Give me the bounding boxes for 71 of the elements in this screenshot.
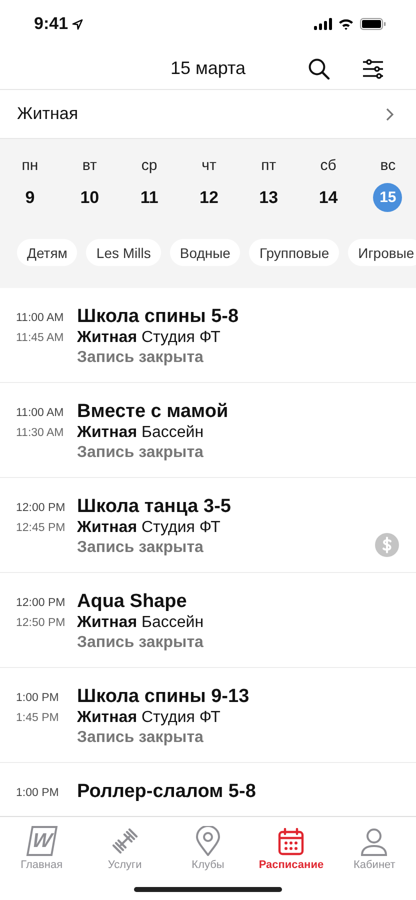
filter-chip[interactable]: Групповые	[249, 239, 340, 266]
user-icon	[360, 828, 388, 856]
class-title[interactable]: Школа танца 3-5	[77, 496, 231, 518]
start-time: 11:00 AM	[16, 407, 65, 419]
day-button[interactable]: 13	[254, 183, 284, 212]
start-time: 12:00 PM	[16, 502, 66, 514]
room-name: Бассейн	[141, 614, 204, 631]
filter-chip[interactable]: Les Mills	[86, 239, 161, 266]
club-name: Житная	[77, 424, 138, 441]
map-pin-icon	[195, 826, 221, 856]
weekday-label: вт	[82, 157, 97, 174]
weekday-label: пн	[22, 157, 38, 174]
start-time: 12:00 PM	[16, 597, 66, 609]
room-name: Студия ФТ	[141, 709, 220, 726]
tab-item[interactable]: Расписание	[250, 823, 333, 871]
session-row[interactable]: 1:00 PM 1:45 PM Школа спины 9-13 Житная Студия ФТ Запись закрыта	[0, 668, 416, 763]
club-name: Житная	[77, 329, 138, 346]
dollar-icon	[375, 533, 399, 557]
logo-icon: W	[26, 826, 58, 856]
search-icon[interactable]	[308, 58, 330, 80]
filter-chip[interactable]: Детям	[17, 239, 78, 266]
weekday-label: вс	[380, 157, 396, 174]
class-title[interactable]: Роллер-слалом 5-8	[77, 781, 256, 803]
club-name: Житная	[77, 709, 138, 726]
screen-title: 15 марта	[170, 58, 246, 79]
booking-status: Запись закрыта	[77, 348, 204, 368]
end-time: 12:50 PM	[16, 617, 66, 629]
club-name: Житная	[77, 614, 138, 631]
wifi-icon	[338, 18, 354, 30]
filter-chip[interactable]: Водные	[170, 239, 240, 266]
club-name: Житная	[77, 519, 138, 536]
battery-icon	[360, 18, 386, 30]
booking-status: Запись закрыта	[77, 538, 204, 558]
end-time: 11:45 AM	[16, 332, 65, 344]
session-row[interactable]: 11:00 AM 11:45 AM Школа спины 5-8 Житная Студия ФТ Запись закрыта	[0, 288, 416, 383]
class-title[interactable]: Школа спины 9-13	[77, 686, 250, 708]
calendar-icon	[278, 828, 304, 856]
day-button[interactable]: 10	[75, 183, 104, 212]
booking-status: Запись закрыта	[77, 728, 204, 748]
session-row[interactable]: 11:00 AM 11:30 AM Вместе с мамой Житная Бассейн Запись закрыта	[0, 383, 416, 478]
class-title[interactable]: Вместе с мамой	[77, 401, 228, 423]
weekday-label: чт	[202, 157, 216, 174]
booking-status: Запись закрыта	[77, 443, 204, 463]
class-title[interactable]: Школа спины 5-8	[77, 306, 239, 328]
room-name: Студия ФТ	[141, 329, 220, 346]
signal-icon	[314, 18, 332, 30]
start-time: 11:00 AM	[16, 312, 65, 324]
weekday-label: сб	[320, 157, 336, 174]
weekday-label: пт	[261, 157, 276, 174]
status-time: 9:41	[34, 14, 68, 34]
booking-status: Запись закрыта	[77, 633, 204, 653]
end-time: 11:30 AM	[16, 427, 65, 439]
start-time: 1:00 PM	[16, 692, 60, 704]
day-button[interactable]: 14	[314, 183, 343, 212]
class-title[interactable]: Aqua Shape	[77, 591, 204, 613]
filter-chip[interactable]: Игровые	[348, 239, 416, 266]
location-arrow-icon	[72, 18, 84, 30]
session-row[interactable]: 12:00 PM 12:50 PM Aqua Shape Житная Бассейн Запись закрыта	[0, 573, 416, 668]
filter-sliders-icon[interactable]	[362, 58, 384, 80]
session-row[interactable]: 12:00 PM 12:45 PM Школа танца 3-5 Житная Студия ФТ Запись закрыта	[0, 478, 416, 573]
chevron-right-icon	[386, 108, 394, 120]
room-name: Бассейн	[141, 424, 204, 441]
end-time: 12:45 PM	[16, 522, 66, 534]
day-button[interactable]: 11	[134, 183, 164, 212]
start-time: 1:00 PM	[16, 787, 60, 799]
dumbbell-icon	[110, 826, 140, 856]
end-time: 1:45 PM	[16, 712, 60, 724]
room-name: Студия ФТ	[141, 519, 220, 536]
weekday-label: ср	[141, 157, 158, 174]
day-button[interactable]: 9	[16, 183, 44, 212]
day-button[interactable]: 12	[194, 183, 224, 212]
